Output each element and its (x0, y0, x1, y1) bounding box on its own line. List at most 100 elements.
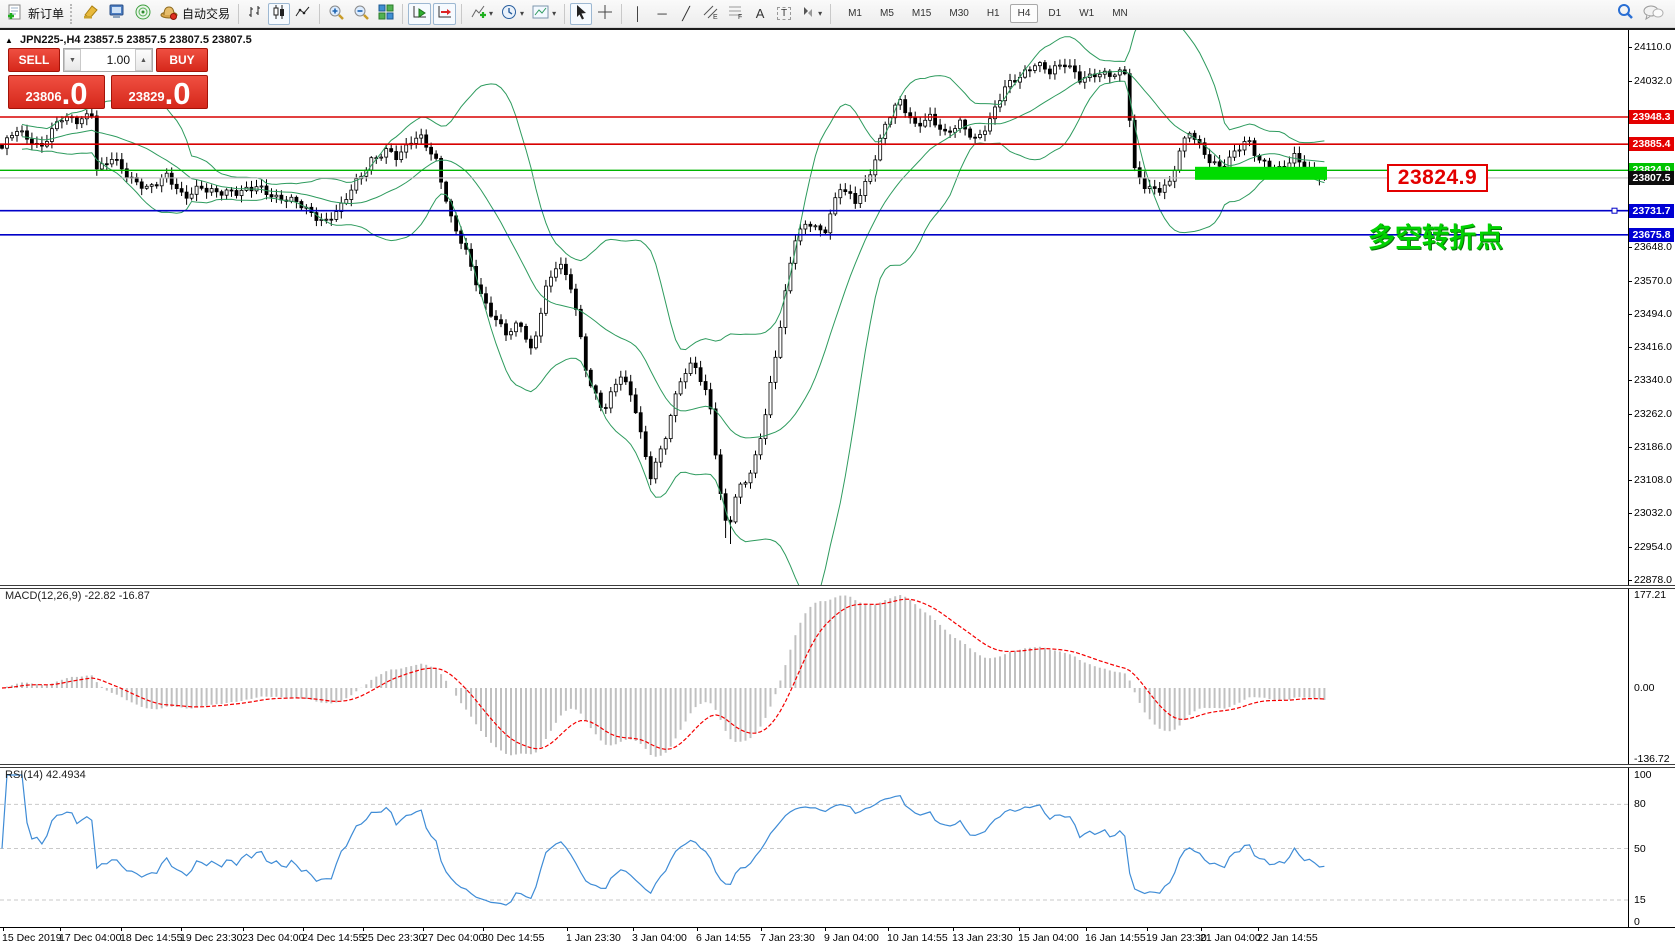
timeframe-mn[interactable]: MN (1104, 4, 1136, 23)
vertical-line-tool[interactable]: │ (627, 3, 649, 25)
price-axis[interactable]: 24110.024032.023954.023876.023798.023724… (1628, 30, 1675, 930)
one-click-trading-panel: SELL ▼ 1.00 ▲ BUY 23806.0 23829.0 (8, 48, 208, 110)
macd-scale-value: -136.72 (1634, 753, 1670, 765)
templates-button[interactable]: ▾ (529, 3, 559, 25)
time-tick-mark (423, 927, 424, 931)
price-callout-box[interactable]: 23824.9 (1387, 164, 1488, 192)
price-badge: 23948.3 (1629, 110, 1674, 124)
periods-button[interactable]: ▾ (498, 3, 527, 25)
buy-button[interactable]: BUY (156, 48, 208, 72)
time-tick-label: 6 Jan 14:55 (696, 932, 751, 944)
toolbar-separator (238, 4, 239, 24)
time-tick-label: 15 Dec 2019 (2, 932, 62, 944)
new-order-button[interactable]: 新订单 (4, 3, 67, 25)
chart-shift-button[interactable] (433, 3, 456, 25)
time-axis[interactable]: 15 Dec 201917 Dec 04:0018 Dec 14:5519 De… (0, 930, 1675, 950)
timeframe-m1[interactable]: M1 (840, 4, 870, 23)
trendline-tool[interactable]: ╱ (675, 3, 697, 25)
candlestick-chart-icon (271, 4, 287, 23)
strategy-tester-button[interactable] (131, 3, 155, 25)
dropdown-caret: ▾ (818, 9, 822, 18)
timeframe-m30[interactable]: M30 (941, 4, 976, 23)
zoom-in-button[interactable] (325, 3, 348, 25)
metaeditor-icon (82, 4, 100, 23)
metaeditor-button[interactable] (79, 3, 103, 25)
time-tick-label: 23 Dec 04:00 (242, 932, 304, 944)
main-price-pane[interactable] (0, 30, 1628, 587)
chat-icon (1642, 4, 1664, 24)
chat-button[interactable] (1639, 3, 1667, 25)
terminal-button[interactable] (105, 3, 129, 25)
text-tool[interactable]: A (749, 3, 771, 25)
zoom-out-icon (353, 4, 370, 24)
bar-chart-button[interactable] (244, 3, 266, 25)
timeframe-h1[interactable]: H1 (979, 4, 1008, 23)
crosshair-button[interactable] (594, 3, 616, 25)
toolbar-separator (830, 4, 831, 24)
line-chart-button[interactable] (292, 3, 314, 25)
pane-separator[interactable] (0, 585, 1675, 589)
sell-button[interactable]: SELL (8, 48, 60, 72)
price-tick: 23262.0 (1634, 408, 1672, 420)
time-tick-label: 25 Dec 23:30 (362, 932, 424, 944)
timeframe-d1[interactable]: D1 (1040, 4, 1069, 23)
volume-value[interactable]: 1.00 (81, 49, 135, 71)
time-tick-mark (363, 927, 364, 931)
timeframe-m15[interactable]: M15 (904, 4, 939, 23)
svg-text:E: E (713, 14, 718, 20)
time-tick-label: 3 Jan 04:00 (632, 932, 687, 944)
time-tick-label: 15 Jan 04:00 (1018, 932, 1079, 944)
rsi-scale-value: 100 (1634, 769, 1652, 781)
timeframe-group: M1M5M15M30H1H4D1W1MN (839, 4, 1137, 23)
pivot-annotation-text[interactable]: 多空转折点 (1368, 216, 1503, 255)
cursor-button[interactable] (570, 3, 592, 25)
pane-separator[interactable] (0, 764, 1675, 768)
macd-pane[interactable] (0, 588, 1628, 764)
time-tick-mark (1019, 927, 1020, 931)
timeframe-m5[interactable]: M5 (872, 4, 902, 23)
fibonacci-tool[interactable]: F (724, 3, 747, 25)
rsi-scale-value: 50 (1634, 843, 1646, 855)
timeframe-h4[interactable]: H4 (1010, 4, 1039, 23)
search-button[interactable] (1613, 3, 1637, 25)
channel-tool[interactable]: E (699, 3, 722, 25)
buy-price-button[interactable]: 23829.0 (111, 75, 208, 109)
horizontal-line-tool[interactable]: ─ (651, 3, 673, 25)
time-tick-mark (1147, 927, 1148, 931)
tile-windows-button[interactable] (375, 3, 397, 25)
time-tick-label: 9 Jan 04:00 (824, 932, 879, 944)
time-tick-mark (888, 927, 889, 931)
rsi-pane[interactable] (0, 767, 1628, 927)
arrows-tool[interactable]: ▾ (797, 3, 825, 25)
templates-icon (532, 5, 550, 23)
text-label-tool[interactable]: T (773, 3, 795, 25)
volume-stepper: ▼ 1.00 ▲ (63, 48, 153, 72)
strategy-tester-icon (134, 4, 152, 23)
auto-scroll-button[interactable] (408, 3, 431, 25)
timeframe-w1[interactable]: W1 (1071, 4, 1102, 23)
time-tick-label: 24 Dec 14:55 (302, 932, 364, 944)
mt4-window: 新订单 自动交易 ▾ ▾ ▾ │ ─ ╱ E F A T (0, 0, 1675, 951)
price-tick: 23416.0 (1634, 341, 1672, 353)
price-tick: 22878.0 (1634, 574, 1672, 586)
price-badge: 23731.7 (1629, 204, 1674, 218)
time-tick-label: 22 Jan 14:55 (1257, 932, 1318, 944)
price-tick: 22954.0 (1634, 541, 1672, 553)
price-tick-mark (1628, 414, 1632, 415)
volume-increase-button[interactable]: ▲ (135, 49, 152, 71)
price-tick-mark (1628, 81, 1632, 82)
sell-price-button[interactable]: 23806.0 (8, 75, 105, 109)
time-axis-line (0, 927, 1675, 928)
candlestick-chart-button[interactable] (268, 3, 290, 25)
time-tick-mark (121, 927, 122, 931)
collapse-panel-icon[interactable]: ▲ (5, 36, 13, 45)
indicators-button[interactable]: ▾ (467, 3, 496, 25)
volume-decrease-button[interactable]: ▼ (64, 49, 81, 71)
zoom-out-button[interactable] (350, 3, 373, 25)
time-tick-mark (761, 927, 762, 931)
macd-scale-value: 177.21 (1634, 589, 1666, 601)
time-tick-mark (3, 927, 4, 931)
autotrading-label: 自动交易 (182, 5, 230, 22)
macd-label: MACD(12,26,9) -22.82 -16.87 (5, 590, 150, 602)
autotrading-button[interactable]: 自动交易 (157, 3, 233, 25)
